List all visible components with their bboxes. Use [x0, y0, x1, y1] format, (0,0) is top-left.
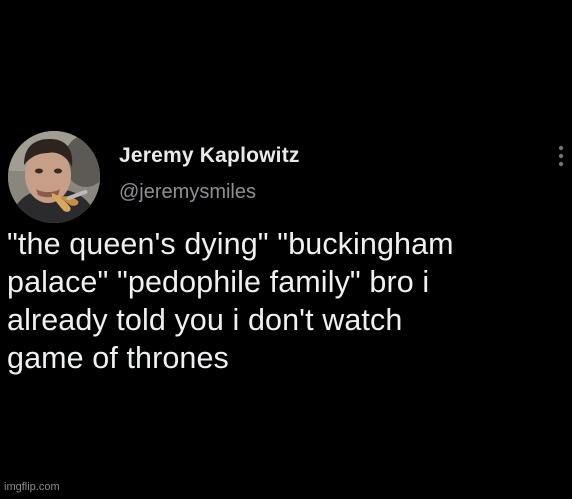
author-avatar[interactable]: [8, 131, 100, 223]
more-options-icon[interactable]: [556, 142, 566, 172]
tweet-text: "the queen's dying" "buckingham palace" …: [7, 227, 454, 375]
vertical-dots-icon: [558, 145, 564, 167]
author-display-name[interactable]: Jeremy Kaplowitz: [119, 144, 300, 168]
tweet-card: Jeremy Kaplowitz @jeremysmiles "the quee…: [0, 0, 572, 499]
author-handle[interactable]: @jeremysmiles: [119, 181, 256, 204]
profile-photo-icon: [8, 131, 100, 223]
watermark-text: imgflip.com: [4, 481, 60, 493]
